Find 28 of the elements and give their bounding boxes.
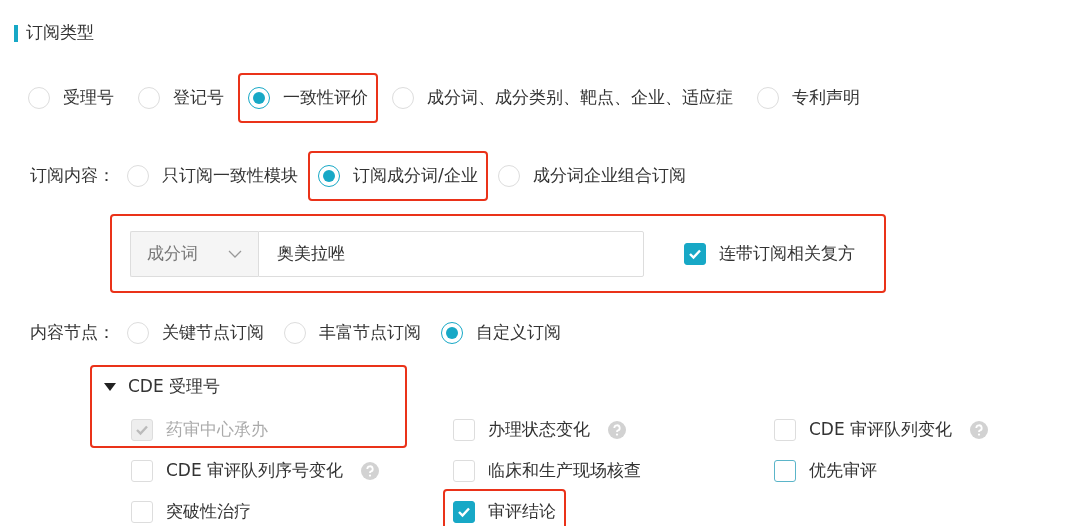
- radio-option[interactable]: 成分词、成分类别、靶点、企业、适应症: [382, 73, 743, 123]
- caret-icon: [104, 383, 116, 391]
- check-icon: [457, 505, 471, 518]
- radio-option[interactable]: 自定义订阅: [431, 308, 571, 358]
- radio-option[interactable]: 受理号: [18, 73, 124, 123]
- field-label: 订阅内容：: [29, 164, 116, 188]
- radio-option[interactable]: 丰富节点订阅: [274, 308, 431, 358]
- radio-option[interactable]: 登记号: [128, 73, 234, 123]
- help-icon[interactable]: [608, 420, 626, 439]
- check-icon: [688, 247, 702, 260]
- search-field[interactable]: 奥美拉唑: [258, 230, 644, 277]
- radio-option[interactable]: 只订阅一致性模块: [117, 151, 308, 201]
- check-icon: [135, 423, 149, 436]
- radio-option[interactable]: 成分词企业组合订阅: [487, 151, 696, 201]
- radio-option[interactable]: 一致性评价: [238, 73, 378, 123]
- radio-option[interactable]: 订阅成分词/企业: [308, 151, 488, 201]
- section-marker: [14, 24, 18, 42]
- help-icon[interactable]: [970, 420, 989, 439]
- checkbox-option[interactable]: 审评结论: [443, 488, 566, 526]
- chevron-down-icon: [228, 249, 242, 258]
- field-label: 内容节点：: [29, 321, 116, 345]
- field-type-select[interactable]: 成分词: [130, 230, 258, 277]
- radio-option[interactable]: 关键节点订阅: [117, 308, 274, 358]
- radio-option[interactable]: 专利声明: [747, 73, 870, 123]
- section-title: 订阅类型: [26, 21, 94, 45]
- tree-node[interactable]: CDE 受理号: [0, 365, 227, 409]
- checkbox-option[interactable]: 连带订阅相关复方: [674, 230, 865, 277]
- help-icon[interactable]: [361, 461, 380, 480]
